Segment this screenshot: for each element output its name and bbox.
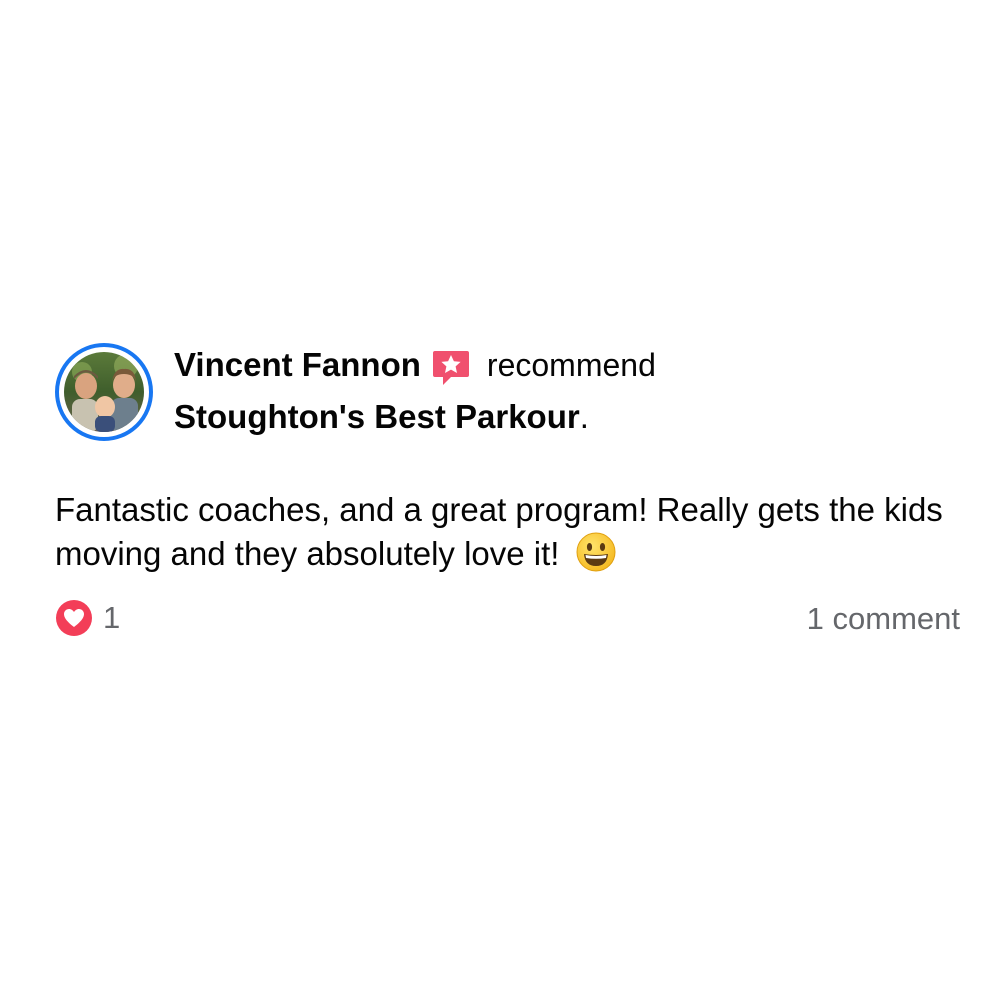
page: Vincent Fannon recommend Stoughton's Bes…: [0, 0, 1000, 1000]
recommendation-post: Vincent Fannon recommend Stoughton's Bes…: [55, 343, 960, 645]
recommendation-star-icon: [431, 347, 471, 387]
post-footer: 1 1 comment: [55, 599, 960, 645]
page-name-link[interactable]: Stoughton's Best Parkour: [174, 398, 580, 436]
post-header: Vincent Fannon recommend Stoughton's Bes…: [55, 343, 960, 443]
author-avatar[interactable]: [55, 343, 153, 441]
author-name[interactable]: Vincent Fannon: [174, 346, 421, 384]
love-reaction-icon: [55, 599, 93, 637]
reactions-summary[interactable]: 1: [55, 599, 120, 637]
page-suffix: .: [579, 398, 589, 435]
avatar-photo: [64, 352, 144, 432]
comments-count-link[interactable]: 1 comment: [807, 601, 960, 637]
post-body: Fantastic coaches, and a great program! …: [55, 489, 955, 575]
action-text: recommend: [486, 346, 656, 383]
header-line-2: Stoughton's Best Parkour.: [174, 395, 734, 439]
grinning-face-emoji: [575, 531, 617, 573]
post-header-text: Vincent Fannon recommend Stoughton's Bes…: [174, 343, 734, 439]
header-line-1: Vincent Fannon recommend: [174, 343, 702, 387]
post-body-text: Fantastic coaches, and a great program! …: [55, 491, 943, 572]
reaction-count: 1: [103, 600, 121, 635]
